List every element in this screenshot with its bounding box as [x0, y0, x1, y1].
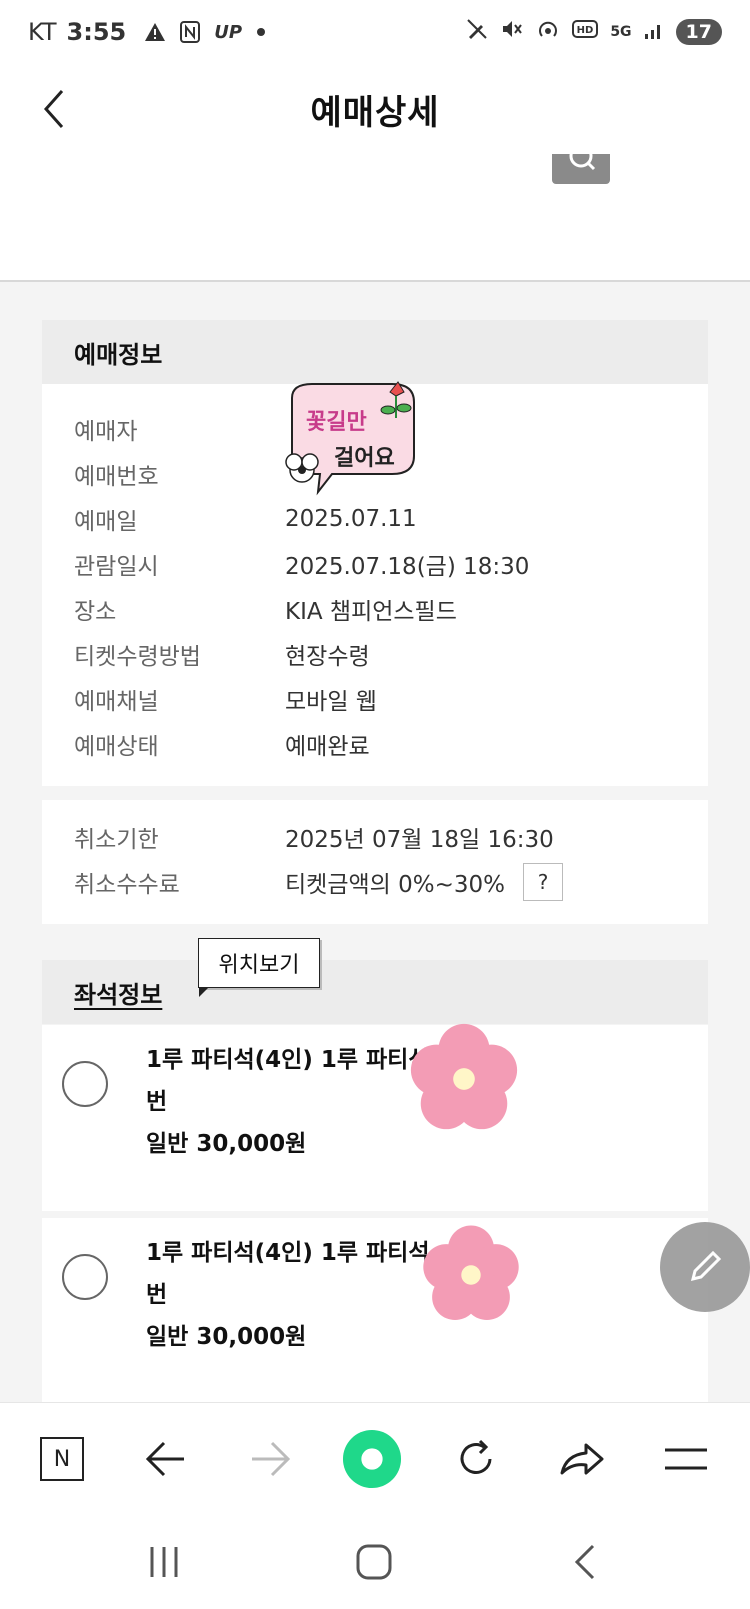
edit-fab-button[interactable]: [660, 1222, 750, 1312]
green-dot-button[interactable]: [342, 1429, 402, 1489]
search-icon: [569, 154, 596, 171]
sticker-text-line2: 걸어요: [334, 446, 395, 471]
view-location-tooltip[interactable]: 위치보기: [198, 938, 320, 997]
cancel-info-card: 취소기한 2025년 07월 18일 16:30 취소수수료 티켓금액의 0%~30…: [42, 800, 708, 924]
decoration-sticker: 꽃길만 걸어요: [272, 378, 432, 496]
warning-icon: [144, 22, 166, 42]
info-row-ticket-method: 티켓수령방법 현장수령: [74, 643, 370, 670]
info-row-status: 예매상태 예매완료: [74, 733, 370, 760]
nfc-icon: [180, 21, 201, 43]
info-row-cancel-deadline: 취소기한 2025년 07월 18일 16:30: [74, 826, 554, 853]
back-chevron-icon: [574, 1544, 595, 1580]
menu-button[interactable]: [656, 1429, 716, 1489]
hd-icon: HD: [572, 18, 599, 46]
carrier-label: KT: [28, 18, 57, 46]
system-navigation-bar: [0, 1514, 750, 1609]
uplus-icon: UP: [214, 21, 243, 43]
hotspot-icon: [536, 18, 560, 46]
seat-radio[interactable]: [62, 1254, 108, 1300]
share-arrow-icon: [560, 1443, 604, 1475]
battery-indicator: 17: [675, 19, 722, 45]
seat-number: 번: [146, 1282, 168, 1308]
browser-toolbar: N: [0, 1402, 750, 1514]
info-row-cancel-fee: 취소수수료 티켓금액의 0%~30%?: [74, 859, 708, 904]
info-row-booking-date: 예매일 2025.07.11: [74, 505, 417, 535]
seat-item[interactable]: 1루 파티석(4인) 1루 파티석 번 일반 30,000원: [42, 1025, 708, 1211]
seat-name: 1루 파티석(4인) 1루 파티석: [146, 1047, 430, 1073]
seat-item[interactable]: 1루 파티석(4인) 1루 파티석 번 일반 30,000원: [42, 1218, 708, 1404]
naver-home-button[interactable]: N: [32, 1429, 92, 1489]
recent-apps-button[interactable]: [134, 1534, 194, 1590]
page-title: 예매상세: [310, 92, 440, 133]
info-row-event-datetime: 관람일시 2025.07.18(금) 18:30: [74, 553, 530, 580]
flower-sticker-icon: [410, 1023, 518, 1130]
seat-price: 일반 30,000원: [146, 1324, 307, 1350]
svg-text:HD: HD: [577, 25, 594, 36]
share-button[interactable]: [552, 1429, 612, 1489]
seat-price: 일반 30,000원: [146, 1131, 307, 1157]
info-row-channel: 예매채널 모바일 웹: [74, 688, 377, 715]
chevron-left-icon: [43, 90, 64, 128]
clock: 3:55: [66, 18, 127, 46]
pencil-icon: [690, 1250, 722, 1282]
browser-back-button[interactable]: [136, 1429, 196, 1489]
status-bar: KT 3:55 UP HD 5G 17: [0, 0, 750, 64]
home-icon: [356, 1544, 392, 1580]
flower-sticker-icon: [423, 1225, 519, 1321]
mute-icon: [500, 18, 524, 46]
cancel-info-rows: 취소기한 2025년 07월 18일 16:30 취소수수료 티켓금액의 0%~30…: [42, 800, 708, 924]
speech-bubble-icon: [285, 381, 415, 496]
hamburger-menu-icon: [665, 1448, 707, 1470]
seat-radio[interactable]: [62, 1061, 108, 1107]
signal-icon: [644, 18, 664, 46]
back-button[interactable]: [34, 84, 74, 134]
browser-forward-button[interactable]: [240, 1429, 300, 1489]
edit-mode-icon: [466, 18, 488, 46]
arrow-right-icon: [252, 1441, 291, 1477]
reload-icon: [460, 1439, 492, 1474]
reload-button[interactable]: [446, 1429, 506, 1489]
top-area: [0, 154, 750, 282]
booking-info-heading: 예매정보: [42, 320, 708, 384]
system-back-button[interactable]: [554, 1534, 614, 1590]
naver-n-icon: N: [40, 1437, 84, 1481]
recent-apps-icon: [150, 1547, 178, 1577]
cancel-fee-help-button[interactable]: ?: [523, 862, 563, 901]
network-type-icon: 5G: [610, 24, 632, 40]
arrow-left-icon: [145, 1441, 184, 1477]
dot-icon: [256, 27, 266, 37]
green-dot-icon: [342, 1429, 402, 1489]
search-button[interactable]: [552, 154, 610, 184]
home-button[interactable]: [344, 1534, 404, 1590]
seat-number: 번: [146, 1089, 168, 1115]
info-row-venue: 장소 KIA 챔피언스필드: [74, 598, 457, 625]
seat-info-heading-bar: 좌석정보: [42, 960, 708, 1024]
page-header: 예매상세: [0, 64, 750, 154]
seat-info-heading[interactable]: 좌석정보: [74, 975, 162, 1010]
sticker-text-line1: 꽃길만: [306, 410, 367, 435]
seat-name: 1루 파티석(4인) 1루 파티석: [146, 1240, 430, 1266]
